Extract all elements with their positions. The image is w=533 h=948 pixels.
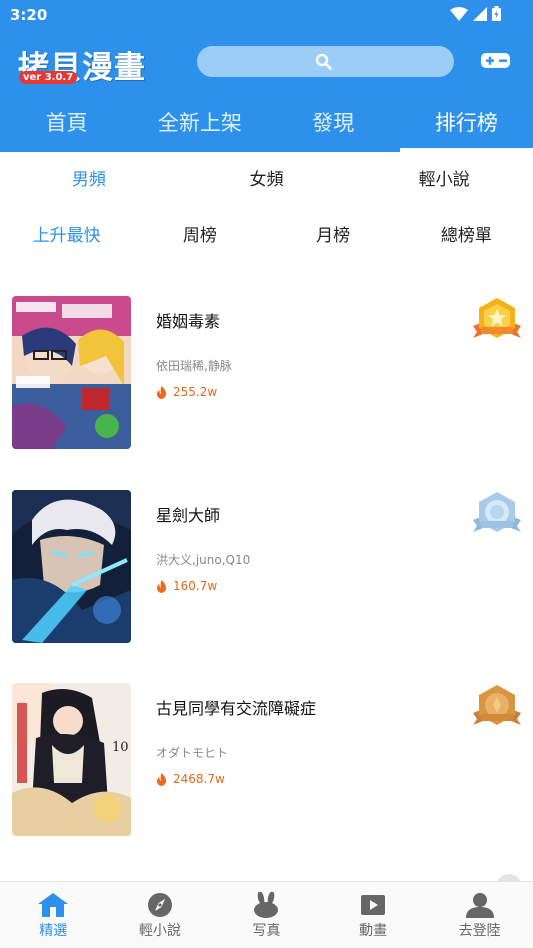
category-tab-female[interactable]: 女頻	[178, 162, 356, 198]
user-icon	[465, 893, 494, 918]
comic-list-item[interactable]: 星劍大師 洪大义,juno,Q10 160.7w	[0, 490, 533, 646]
ranking-tabs: 上升最快 周榜 月榜 總榜單	[0, 218, 533, 254]
nav-item-label: 輕小說	[138, 923, 181, 939]
cover-art-image	[12, 296, 131, 449]
main-tabs: 首頁 全新上架 發現 排行榜	[0, 100, 533, 152]
comic-cover[interactable]	[12, 296, 131, 449]
bottom-nav: 精選 輕小說 写真 動畫 去登陸	[0, 881, 533, 948]
tab-new-arrivals[interactable]: 全新上架	[133, 100, 266, 152]
battery-icon	[492, 6, 501, 21]
category-tabs: 男頻 女頻 輕小說	[0, 162, 533, 198]
compass-icon	[147, 893, 172, 917]
category-tab-male[interactable]: 男頻	[0, 162, 178, 198]
ranking-tab-weekly[interactable]: 周榜	[133, 218, 266, 254]
logo-version-badge: ver 3.0.7	[19, 71, 78, 84]
cover-art-image: 10	[12, 683, 131, 836]
comic-heat-value: 2468.7w	[173, 772, 225, 786]
ranking-tab-total[interactable]: 總榜單	[400, 218, 533, 254]
category-tab-light-novel[interactable]: 輕小說	[355, 162, 533, 198]
app-header: 3:20 拷貝漫畫 ver 3.0.7 首頁 全新上架 發現 排行榜	[0, 0, 533, 152]
comic-title: 星劍大師	[156, 506, 221, 525]
search-icon	[315, 53, 332, 70]
nav-item-light-novel[interactable]: 輕小說	[107, 882, 214, 948]
wifi-icon	[450, 6, 468, 21]
comic-heat-value: 160.7w	[173, 579, 218, 593]
home-icon	[38, 893, 69, 917]
nav-item-login[interactable]: 去登陸	[426, 882, 533, 948]
ranking-tab-rising[interactable]: 上升最快	[0, 218, 133, 254]
comic-list-item[interactable]: 10 古見同學有交流障礙症 オダトモヒト 2468.7w	[0, 683, 533, 839]
nav-item-photos[interactable]: 写真	[213, 882, 320, 948]
nav-item-featured[interactable]: 精選	[0, 882, 107, 948]
flame-icon	[156, 772, 167, 786]
nav-item-anime[interactable]: 動畫	[320, 882, 427, 948]
status-icons	[450, 6, 501, 21]
nav-item-label: 動畫	[359, 923, 388, 939]
tab-home[interactable]: 首頁	[0, 100, 133, 152]
play-icon	[361, 895, 386, 915]
status-bar: 3:20	[0, 0, 533, 30]
tab-discover[interactable]: 發現	[267, 100, 400, 152]
search-bar[interactable]	[197, 46, 454, 77]
cover-art-image	[12, 490, 131, 643]
comic-heat: 255.2w	[156, 385, 217, 399]
signal-icon	[473, 6, 487, 21]
gold-medal-icon	[473, 298, 521, 338]
nav-item-label: 写真	[252, 923, 281, 939]
bronze-medal-icon	[473, 685, 521, 725]
comic-list-item[interactable]: 婚姻毒素 依田瑞稀,静脉 255.2w	[0, 296, 533, 452]
tab-ranking[interactable]: 排行榜	[399, 100, 533, 152]
comic-heat-value: 255.2w	[173, 385, 218, 399]
bunny-icon	[254, 892, 279, 918]
nav-item-label: 精選	[39, 923, 68, 939]
comic-cover[interactable]: 10	[12, 683, 131, 836]
svg-text:10: 10	[112, 740, 129, 755]
flame-icon	[156, 385, 167, 399]
status-time: 3:20	[10, 6, 48, 24]
comic-authors: オダトモヒト	[156, 746, 229, 760]
comic-cover[interactable]	[12, 490, 131, 643]
nav-item-label: 去登陸	[458, 923, 501, 939]
gamepad-icon[interactable]	[480, 49, 511, 71]
comic-authors: 依田瑞稀,静脉	[156, 359, 232, 373]
comic-heat: 2468.7w	[156, 772, 225, 786]
comic-title: 婚姻毒素	[156, 312, 221, 331]
comic-title: 古見同學有交流障礙症	[156, 699, 317, 718]
flame-icon	[156, 579, 167, 593]
ranking-tab-monthly[interactable]: 月榜	[267, 218, 400, 254]
silver-medal-icon	[473, 492, 521, 532]
app-logo: 拷貝漫畫 ver 3.0.7	[18, 42, 168, 86]
comic-authors: 洪大义,juno,Q10	[156, 553, 251, 567]
comic-heat: 160.7w	[156, 579, 217, 593]
